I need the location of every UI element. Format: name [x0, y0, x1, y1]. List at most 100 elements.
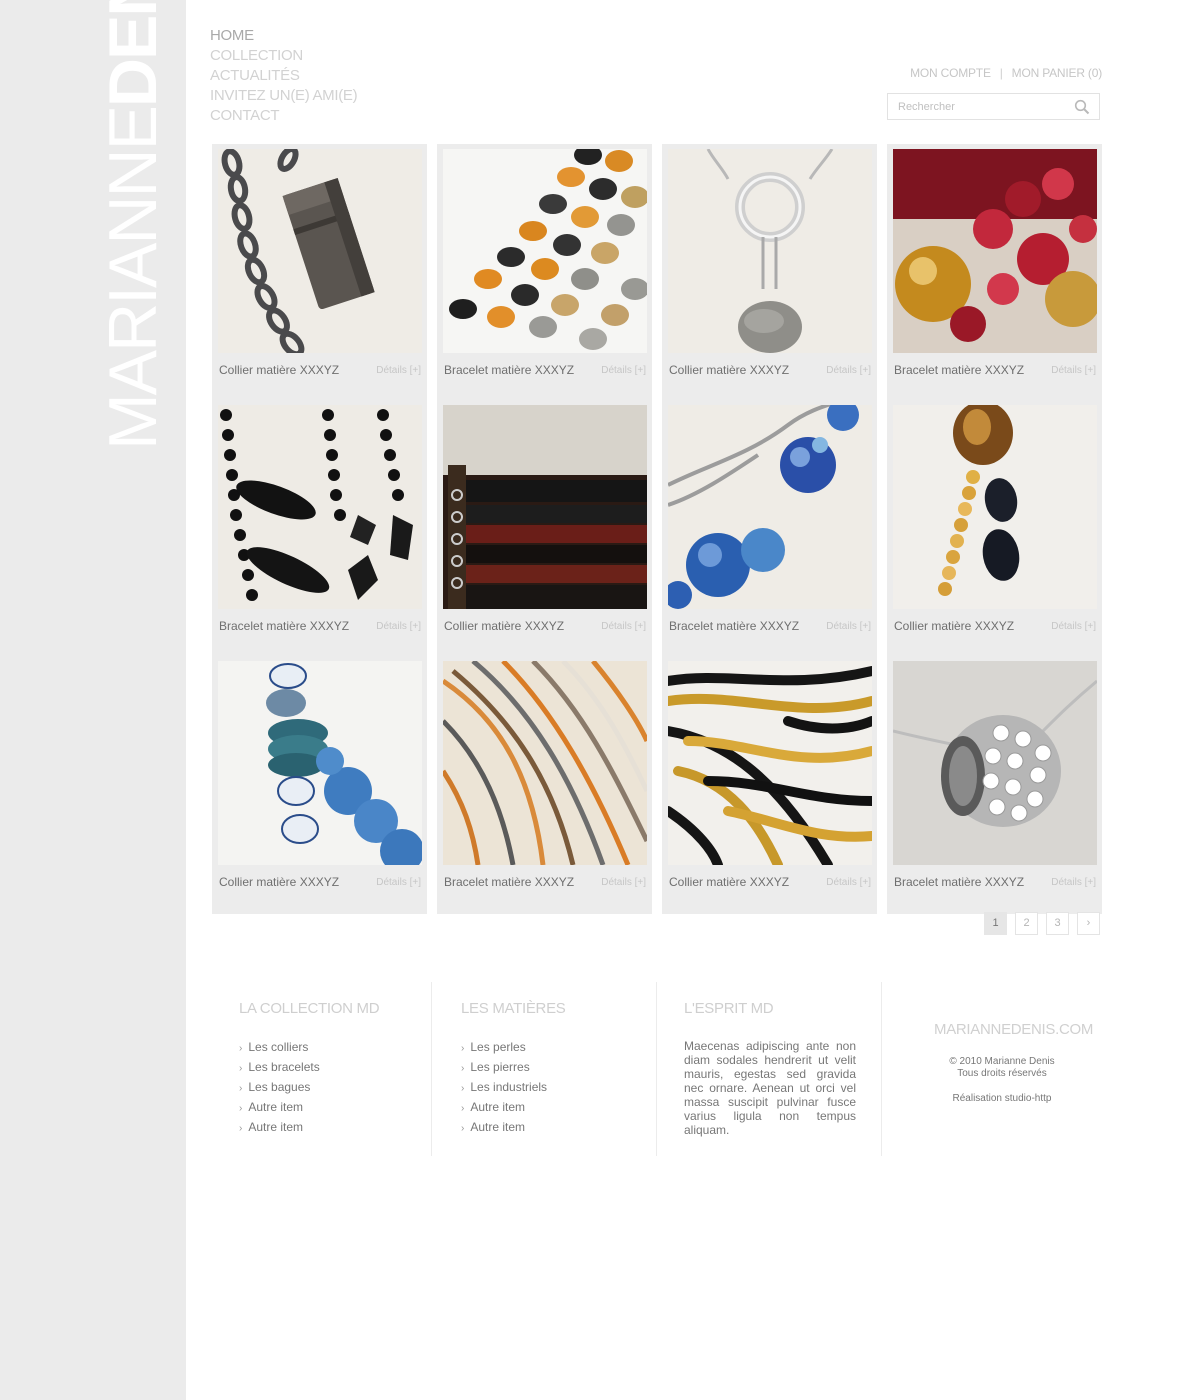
product-name: Bracelet matière XXXYZ [894, 875, 1025, 889]
footer-link[interactable]: › Les pierres [461, 1058, 547, 1078]
footer-link-label: Les industriels [470, 1080, 548, 1094]
footer-link-label: Les pierres [470, 1060, 530, 1074]
footer-link[interactable]: › Les industriels [461, 1078, 547, 1098]
footer-link[interactable]: › Les perles [461, 1038, 547, 1058]
product-card[interactable]: Bracelet matière XXXYZ Détails [+] [887, 144, 1102, 402]
footer-link-label: Autre item [248, 1120, 304, 1134]
product-photo[interactable] [893, 405, 1097, 609]
chevron-right-icon: › [239, 1123, 243, 1134]
chevron-right-icon: › [461, 1103, 465, 1114]
page-button-3[interactable]: 3 [1046, 912, 1069, 935]
footer-materials: LES MATIÈRES › Les perles › Les pierres › L… [461, 982, 651, 1156]
product-photo[interactable] [893, 149, 1097, 353]
footer-link-label: Autre item [470, 1120, 526, 1134]
product-photo[interactable] [218, 405, 422, 609]
details-link[interactable]: Détails [+] [376, 365, 421, 376]
product-card[interactable]: Bracelet matière XXXYZ Détails [+] [437, 144, 652, 402]
search-input[interactable] [898, 100, 1068, 114]
brand-logo[interactable]: MARIANNEDENIS [95, 0, 171, 450]
product-photo[interactable] [443, 661, 647, 865]
account-links: MON COMPTE | MON PANIER (0) [910, 66, 1102, 80]
footer-link[interactable]: › Autre item [239, 1098, 320, 1118]
product-card[interactable]: Bracelet matière XXXYZ Détails [+] [212, 400, 427, 658]
product-name: Collier matière XXXYZ [669, 875, 790, 889]
footer-link-label: Autre item [248, 1100, 304, 1114]
my-account-link[interactable]: MON COMPTE [910, 66, 991, 80]
product-card[interactable]: Collier matière XXXYZ Détails [+] [437, 400, 652, 658]
product-card[interactable]: Bracelet matière XXXYZ Détails [+] [662, 400, 877, 658]
footer-copyright: © 2010 Marianne Denis Tous droits réserv… [912, 1056, 1092, 1080]
footer-divider [431, 982, 432, 1156]
footer-spirit: L'ESPRIT MD Maecenas adipiscing ante non… [684, 982, 864, 1156]
rights-line: Tous droits réservés [957, 1068, 1047, 1079]
details-link[interactable]: Détails [+] [826, 877, 871, 888]
product-name: Collier matière XXXYZ [219, 363, 340, 377]
footer-divider [881, 982, 882, 1156]
footer-link[interactable]: › Autre item [461, 1098, 547, 1118]
footer-link[interactable]: › Autre item [461, 1118, 547, 1138]
sidebar: MARIANNEDENIS [0, 0, 186, 1400]
footer-link[interactable]: › Autre item [239, 1118, 320, 1138]
details-link[interactable]: Détails [+] [1051, 365, 1096, 376]
next-page-button[interactable]: › [1077, 912, 1100, 935]
product-photo[interactable] [218, 149, 422, 353]
details-link[interactable]: Détails [+] [601, 621, 646, 632]
product-photo[interactable] [443, 149, 647, 353]
chevron-right-icon: › [239, 1043, 243, 1054]
details-link[interactable]: Détails [+] [826, 621, 871, 632]
product-name: Bracelet matière XXXYZ [219, 619, 350, 633]
brand-first-name: MARIANNE [95, 107, 171, 450]
product-card[interactable]: Collier matière XXXYZ Détails [+] [887, 400, 1102, 658]
search-box [887, 93, 1100, 120]
product-name: Bracelet matière XXXYZ [669, 619, 800, 633]
product-card[interactable]: Collier matière XXXYZ Détails [+] [212, 656, 427, 914]
product-card[interactable]: Collier matière XXXYZ Détails [+] [662, 656, 877, 914]
nav-item-contact[interactable]: CONTACT [210, 106, 357, 126]
product-photo[interactable] [668, 149, 872, 353]
product-name: Collier matière XXXYZ [894, 619, 1015, 633]
footer-spirit-text: Maecenas adipiscing ante non diam sodale… [684, 1039, 856, 1137]
details-link[interactable]: Détails [+] [601, 365, 646, 376]
product-photo[interactable] [443, 405, 647, 609]
details-link[interactable]: Détails [+] [1051, 621, 1096, 632]
footer-site-name[interactable]: MARIANNEDENIS.COM [934, 1021, 1093, 1038]
search-icon[interactable] [1074, 99, 1090, 115]
product-photo[interactable] [668, 661, 872, 865]
product-photo[interactable] [668, 405, 872, 609]
nav-item-invite-friend[interactable]: INVITEZ UN(E) AMI(E) [210, 86, 358, 106]
page-button-1[interactable]: 1 [984, 912, 1007, 935]
product-name: Collier matière XXXYZ [669, 363, 790, 377]
footer-link-label: Les bracelets [248, 1060, 320, 1074]
page-button-2[interactable]: 2 [1015, 912, 1038, 935]
footer-link-label: Les colliers [248, 1040, 309, 1054]
footer-link[interactable]: › Les bagues [239, 1078, 320, 1098]
footer-link-label: Les perles [470, 1040, 526, 1054]
product-card[interactable]: Bracelet matière XXXYZ Détails [+] [887, 656, 1102, 914]
footer-credit[interactable]: Réalisation studio-http [912, 1093, 1092, 1104]
product-card[interactable]: Collier matière XXXYZ Détails [+] [212, 144, 427, 402]
nav-item-collection[interactable]: COLLECTION [210, 46, 357, 66]
nav-item-home[interactable]: HOME [210, 26, 357, 46]
main-nav: HOME COLLECTION ACTUALITÉS INVITEZ UN(E)… [210, 26, 358, 126]
details-link[interactable]: Détails [+] [601, 877, 646, 888]
product-card[interactable]: Bracelet matière XXXYZ Détails [+] [437, 656, 652, 914]
details-link[interactable]: Détails [+] [376, 621, 421, 632]
footer-spirit-title: L'ESPRIT MD [684, 1000, 774, 1017]
footer-link-label: Les bagues [248, 1080, 311, 1094]
account-separator: | [999, 66, 1003, 80]
footer-link[interactable]: › Les colliers [239, 1038, 320, 1058]
chevron-right-icon: › [239, 1083, 243, 1094]
details-link[interactable]: Détails [+] [376, 877, 421, 888]
cart-link[interactable]: MON PANIER (0) [1012, 66, 1103, 80]
details-link[interactable]: Détails [+] [1051, 877, 1096, 888]
footer-collection-list: › Les colliers › Les bracelets › Les bagues… [239, 1038, 320, 1138]
product-photo[interactable] [893, 661, 1097, 865]
footer-link[interactable]: › Les bracelets [239, 1058, 320, 1078]
footer-materials-title: LES MATIÈRES [461, 1000, 566, 1017]
chevron-right-icon: › [461, 1063, 465, 1074]
product-photo[interactable] [218, 661, 422, 865]
product-card[interactable]: Collier matière XXXYZ Détails [+] [662, 144, 877, 402]
details-link[interactable]: Détails [+] [826, 365, 871, 376]
nav-item-actualites[interactable]: ACTUALITÉS [210, 66, 357, 86]
footer-link-label: Autre item [470, 1100, 526, 1114]
